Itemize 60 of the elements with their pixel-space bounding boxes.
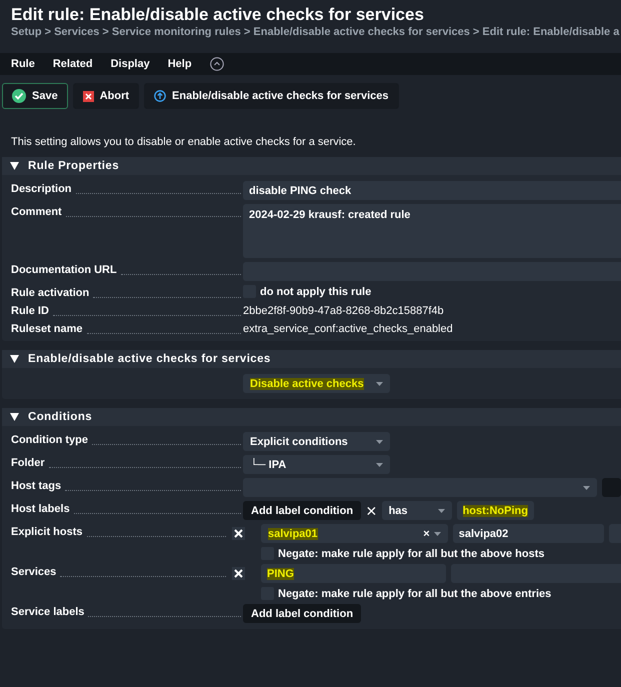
checkbox-label: Negate: make rule apply for all but the above entries <box>278 588 552 600</box>
field-label: Ruleset name <box>11 323 84 335</box>
remove-icon[interactable]: × <box>366 504 377 518</box>
triangle-icon <box>10 162 19 170</box>
menu-item[interactable]: Related <box>52 58 93 70</box>
abort-button[interactable]: Abort <box>72 83 140 109</box>
close-icon <box>82 90 94 102</box>
field-label: Rule ID <box>11 305 50 317</box>
dropdown[interactable]: └─ IPA <box>243 455 390 474</box>
field-label: Comment <box>11 206 63 218</box>
up-arrow-circle-icon <box>154 90 166 102</box>
intro-text: This setting allows you to disable or enable active checks for a service. <box>10 135 357 150</box>
field-label: Explicit hosts <box>11 526 84 538</box>
menu-item[interactable]: Display <box>110 58 150 70</box>
triangle-icon <box>10 355 19 363</box>
field-label: Folder <box>11 457 46 469</box>
remove-icon[interactable] <box>232 567 245 580</box>
triangle-icon <box>10 413 19 421</box>
field-label: Services <box>11 566 58 578</box>
save-button[interactable]: Save <box>2 83 68 109</box>
caret-icon <box>438 508 445 512</box>
field-label: Rule activation <box>11 287 90 299</box>
info-button[interactable]: Enable/disable active checks for services <box>144 83 398 109</box>
section-header[interactable]: Enable/disable active checks for services <box>2 350 621 368</box>
dropdown[interactable]: has <box>382 501 452 520</box>
text-field[interactable]: PING <box>261 564 446 583</box>
section-header[interactable]: Rule Properties <box>2 157 621 175</box>
comment-field[interactable]: 2024-02-29 krausf: created rule <box>243 204 621 258</box>
text-field[interactable]: disable PING check <box>243 181 621 200</box>
field-label: Condition type <box>11 434 89 446</box>
field-label: Documentation URL <box>11 264 118 276</box>
caret-icon <box>376 462 383 466</box>
field-value: 2bbe2f8f-90b9-47a8-8268-8b2c15887f4b <box>243 304 445 317</box>
dropdown[interactable]: Explicit conditions <box>243 432 390 451</box>
dropdown[interactable]: Disable active checks <box>243 374 390 393</box>
text-field[interactable]: salvipa02 <box>452 524 604 543</box>
menu-item[interactable]: Rule <box>11 58 35 70</box>
collapse-icon[interactable] <box>210 57 224 71</box>
add-label-condition-button[interactable]: Add label condition <box>243 604 362 623</box>
clear-icon[interactable]: × <box>423 528 430 540</box>
field-label: Host tags <box>11 480 62 492</box>
checkbox-label: Negate: make rule apply for all but the above hosts <box>278 548 545 560</box>
remove-icon[interactable] <box>232 527 245 540</box>
label-field[interactable]: host:NoPing <box>456 501 534 520</box>
menu-item[interactable]: Help <box>168 58 192 70</box>
page-title: Edit rule: Enable/disable active checks for services <box>11 5 425 25</box>
caret-icon <box>434 532 441 536</box>
check-icon <box>12 89 26 103</box>
field-label: Host labels <box>11 503 71 515</box>
field-label: Description <box>11 183 73 195</box>
host-dropdown[interactable]: salvipa01 × <box>261 524 448 543</box>
section-header[interactable]: Conditions <box>2 408 621 426</box>
field-label: Service labels <box>11 606 86 618</box>
breadcrumb: Setup > Services > Service monitoring rules > Enable/disable active checks for services > Edit rule: Enable/disable a <box>11 26 620 38</box>
caret-icon <box>376 382 383 386</box>
checkbox-label: do not apply this rule <box>260 286 372 298</box>
field-value: extra_service_conf:active_checks_enabled <box>243 322 454 335</box>
caret-icon <box>582 486 590 490</box>
caret-icon <box>376 440 383 444</box>
add-label-condition-button[interactable]: Add label condition <box>243 501 362 520</box>
